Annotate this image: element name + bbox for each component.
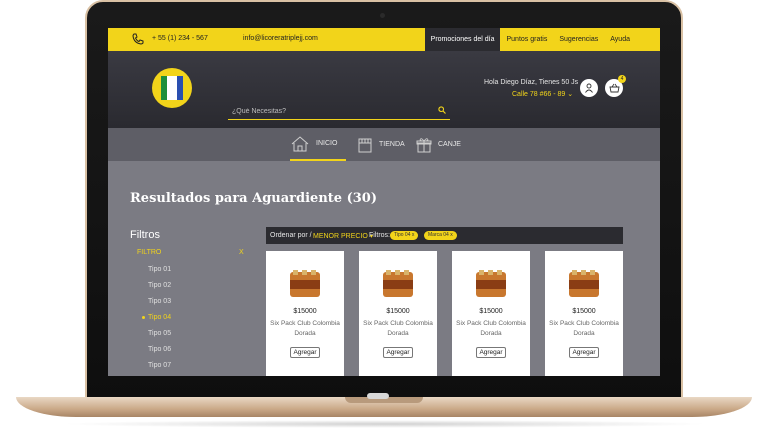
sort-dropdown[interactable]: MENOR PRECIO ▾ <box>313 232 373 240</box>
product-name-line2: Dorada <box>573 330 595 337</box>
add-to-cart-button[interactable]: Agregar <box>290 347 320 358</box>
filter-label: FILTRO <box>137 249 162 256</box>
product-name-line2: Dorada <box>480 330 502 337</box>
store-icon <box>358 138 372 152</box>
nav-tienda-label: TIENDA <box>379 141 405 148</box>
filter-type-02[interactable]: Tipo 02 <box>148 282 171 289</box>
top-nav-promociones[interactable]: Promociones del día <box>424 28 501 51</box>
search-input[interactable] <box>228 105 436 117</box>
top-nav-sugerencias[interactable]: Sugerencias <box>553 28 604 51</box>
phone-icon <box>132 33 144 45</box>
content-area: Resultados para Aguardiente (30) Filtros… <box>108 161 660 376</box>
phone-number: + 55 (1) 234 - 567 <box>152 35 208 42</box>
top-bar: + 55 (1) 234 - 567 info@licoreratriplejj… <box>108 28 660 51</box>
six-pack-image <box>290 270 320 297</box>
add-to-cart-button[interactable]: Agregar <box>383 347 413 358</box>
filter-type-06[interactable]: Tipo 06 <box>148 346 171 353</box>
product-name-line1: Six Pack Club Colombia <box>270 320 340 327</box>
product-price: $15000 <box>386 308 410 315</box>
filter-type-03[interactable]: Tipo 03 <box>148 298 171 305</box>
nav-inicio-label: INICIO <box>316 140 338 147</box>
top-nav: Promociones del día Puntos gratis Sugere… <box>424 28 636 51</box>
filter-type-01[interactable]: Tipo 01 <box>148 266 171 273</box>
sort-bar: Ordenar por / MENOR PRECIO ▾ Filtros: Ti… <box>266 227 623 244</box>
product-name-line1: Six Pack Club Colombia <box>456 320 526 327</box>
add-to-cart-button[interactable]: Agregar <box>569 347 599 358</box>
nav-tienda[interactable]: TIENDA <box>357 128 405 161</box>
filter-type-04[interactable]: Tipo 04 <box>148 314 171 321</box>
webcam <box>380 13 385 18</box>
user-greeting: Hola Diego Díaz, Tienes 50 Js <box>484 79 579 86</box>
product-card[interactable]: $15000 Six Pack Club Colombia Dorada Agre… <box>452 251 530 376</box>
chevron-down-icon: ⌄ <box>567 91 574 98</box>
product-name-line1: Six Pack Club Colombia <box>363 320 433 327</box>
nav-canje[interactable]: CANJE <box>416 128 461 161</box>
top-nav-ayuda[interactable]: Ayuda <box>604 28 636 51</box>
selected-dot-icon <box>142 316 145 319</box>
basket-icon <box>608 83 620 93</box>
search-icon[interactable] <box>438 106 446 114</box>
product-name-line1: Six Pack Club Colombia <box>549 320 619 327</box>
add-to-cart-button[interactable]: Agregar <box>476 347 506 358</box>
six-pack-image <box>569 270 599 297</box>
results-title: Resultados para Aguardiente (30) <box>130 191 377 206</box>
product-price: $15000 <box>479 308 503 315</box>
six-pack-image <box>476 270 506 297</box>
home-icon <box>291 135 309 151</box>
product-name-line2: Dorada <box>294 330 316 337</box>
product-card[interactable]: $15000 Six Pack Club Colombia Dorada Agre… <box>266 251 344 376</box>
product-name: Six Pack Club Colombia Dorada <box>545 319 623 339</box>
product-card[interactable]: $15000 Six Pack Club Colombia Dorada Agre… <box>545 251 623 376</box>
nav-inicio[interactable]: INICIO <box>290 128 346 161</box>
delivery-address[interactable]: Calle 78 #66 - 89 ⌄ <box>512 90 573 98</box>
filter-chip-tipo[interactable]: Tipo 04 x <box>390 231 419 240</box>
nav-canje-label: CANJE <box>438 141 461 148</box>
filter-type-05[interactable]: Tipo 05 <box>148 330 171 337</box>
email-link[interactable]: info@licoreratriplejj.com <box>243 35 318 42</box>
product-card[interactable]: $15000 Six Pack Club Colombia Dorada Agre… <box>359 251 437 376</box>
product-name: Six Pack Club Colombia Dorada <box>452 319 530 339</box>
product-name: Six Pack Club Colombia Dorada <box>266 319 344 339</box>
main-nav: INICIO TIENDA CANJE <box>108 128 660 161</box>
trackpad-indicator <box>367 393 389 399</box>
filters-title: Filtros <box>130 229 160 241</box>
sort-label: Ordenar por / <box>270 232 312 239</box>
cart-count-badge: 4 <box>618 75 626 83</box>
product-name: Six Pack Club Colombia Dorada <box>359 319 437 339</box>
gift-icon <box>416 137 432 152</box>
logo-mark <box>161 76 183 100</box>
six-pack-image <box>383 270 413 297</box>
header: Hola Diego Díaz, Tienes 50 Js Calle 78 #… <box>108 51 660 128</box>
top-nav-puntos[interactable]: Puntos gratis <box>500 28 553 51</box>
address-text: Calle 78 #66 - 89 <box>512 91 566 98</box>
product-price: $15000 <box>572 308 596 315</box>
search-box <box>228 103 450 120</box>
brand-logo[interactable] <box>152 68 192 108</box>
product-name-line2: Dorada <box>387 330 409 337</box>
filter-type-07[interactable]: Tipo 07 <box>148 362 171 369</box>
laptop-shadow <box>60 420 710 428</box>
product-price: $15000 <box>293 308 317 315</box>
clear-filter-button[interactable]: X <box>239 249 244 256</box>
filter-chip-marca[interactable]: Marca 04 x <box>424 231 457 240</box>
active-filters-label: Filtros: <box>369 232 390 239</box>
user-icon <box>585 83 593 93</box>
screen: + 55 (1) 234 - 567 info@licoreratriplejj… <box>108 28 660 376</box>
user-button[interactable] <box>580 79 598 97</box>
